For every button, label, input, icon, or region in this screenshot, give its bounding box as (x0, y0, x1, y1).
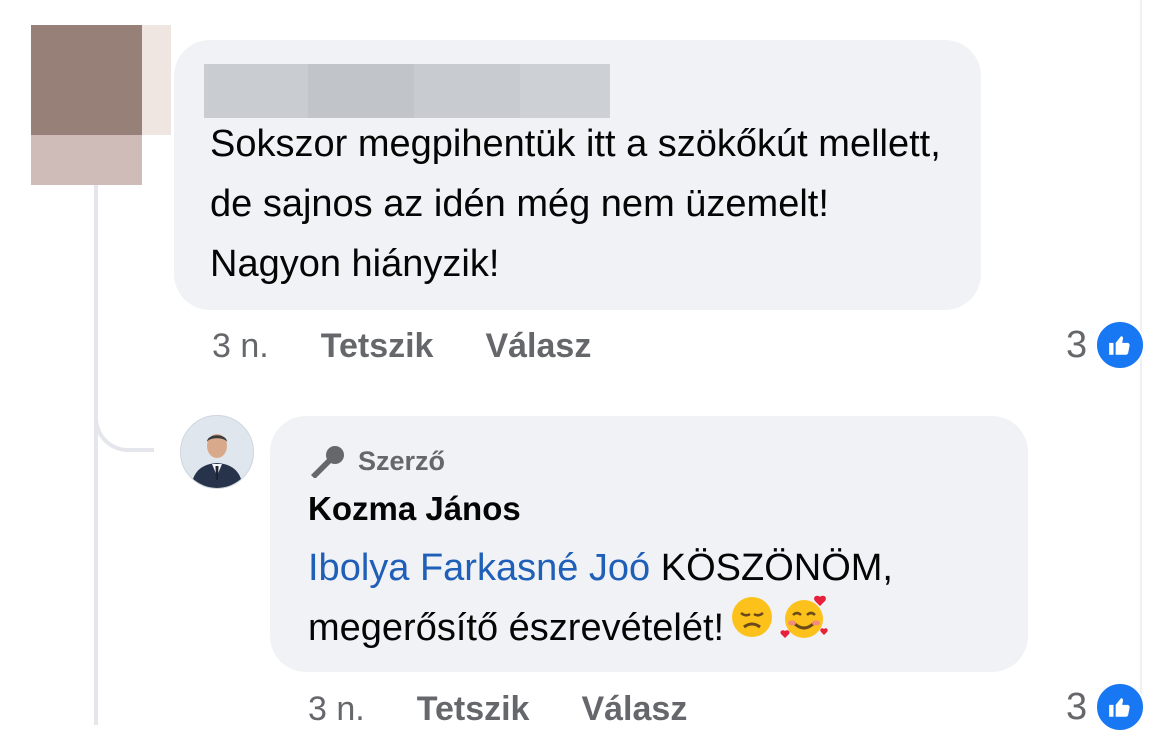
reply-author-name[interactable]: Kozma János (308, 490, 521, 528)
author-badge: Szerző (308, 444, 445, 478)
reply-text: Ibolya Farkasné Joó KÖSZÖNÖM, megerősítő… (308, 538, 1028, 659)
microphone-icon (311, 446, 344, 478)
reaction-count: 3 (1066, 323, 1088, 366)
reaction-summary[interactable]: 3 (1066, 320, 1146, 370)
comment-text: Sokszor megpihentük itt a szökőkút melle… (210, 123, 941, 285)
mention-link[interactable]: Ibolya Farkasné Joó (308, 547, 650, 589)
comment-actions: 3 n. Tetszik Válasz (212, 327, 643, 366)
reply-bubble: Szerző Kozma János Ibolya Farkasné Joó K… (270, 416, 1028, 672)
reply-reaction-count: 3 (1066, 685, 1088, 728)
comment-timestamp[interactable]: 3 n. (212, 327, 269, 366)
reply-actions: 3 n. Tetszik Válasz (308, 690, 739, 729)
thread-connector (94, 380, 154, 452)
author-avatar[interactable] (180, 415, 254, 489)
comment-bubble: Sokszor megpihentük itt a szökőkút melle… (174, 40, 981, 310)
like-link[interactable]: Tetszik (321, 327, 434, 366)
reply-timestamp[interactable]: 3 n. (308, 690, 365, 729)
reply-like-link[interactable]: Tetszik (417, 690, 530, 729)
author-badge-label: Szerző (358, 445, 446, 476)
commenter-avatar[interactable] (31, 25, 171, 185)
thumbs-up-icon (1095, 682, 1146, 732)
thumbs-up-icon (1095, 320, 1146, 370)
smiling-face-with-hearts-emoji (780, 593, 830, 659)
reply-link[interactable]: Válasz (485, 327, 591, 366)
reply-reaction-summary[interactable]: 3 (1066, 682, 1146, 732)
thread-line (94, 185, 98, 725)
reply-reply-link[interactable]: Válasz (581, 690, 687, 729)
redacted-author-name (204, 64, 610, 118)
disappointed-face-emoji (730, 595, 774, 657)
